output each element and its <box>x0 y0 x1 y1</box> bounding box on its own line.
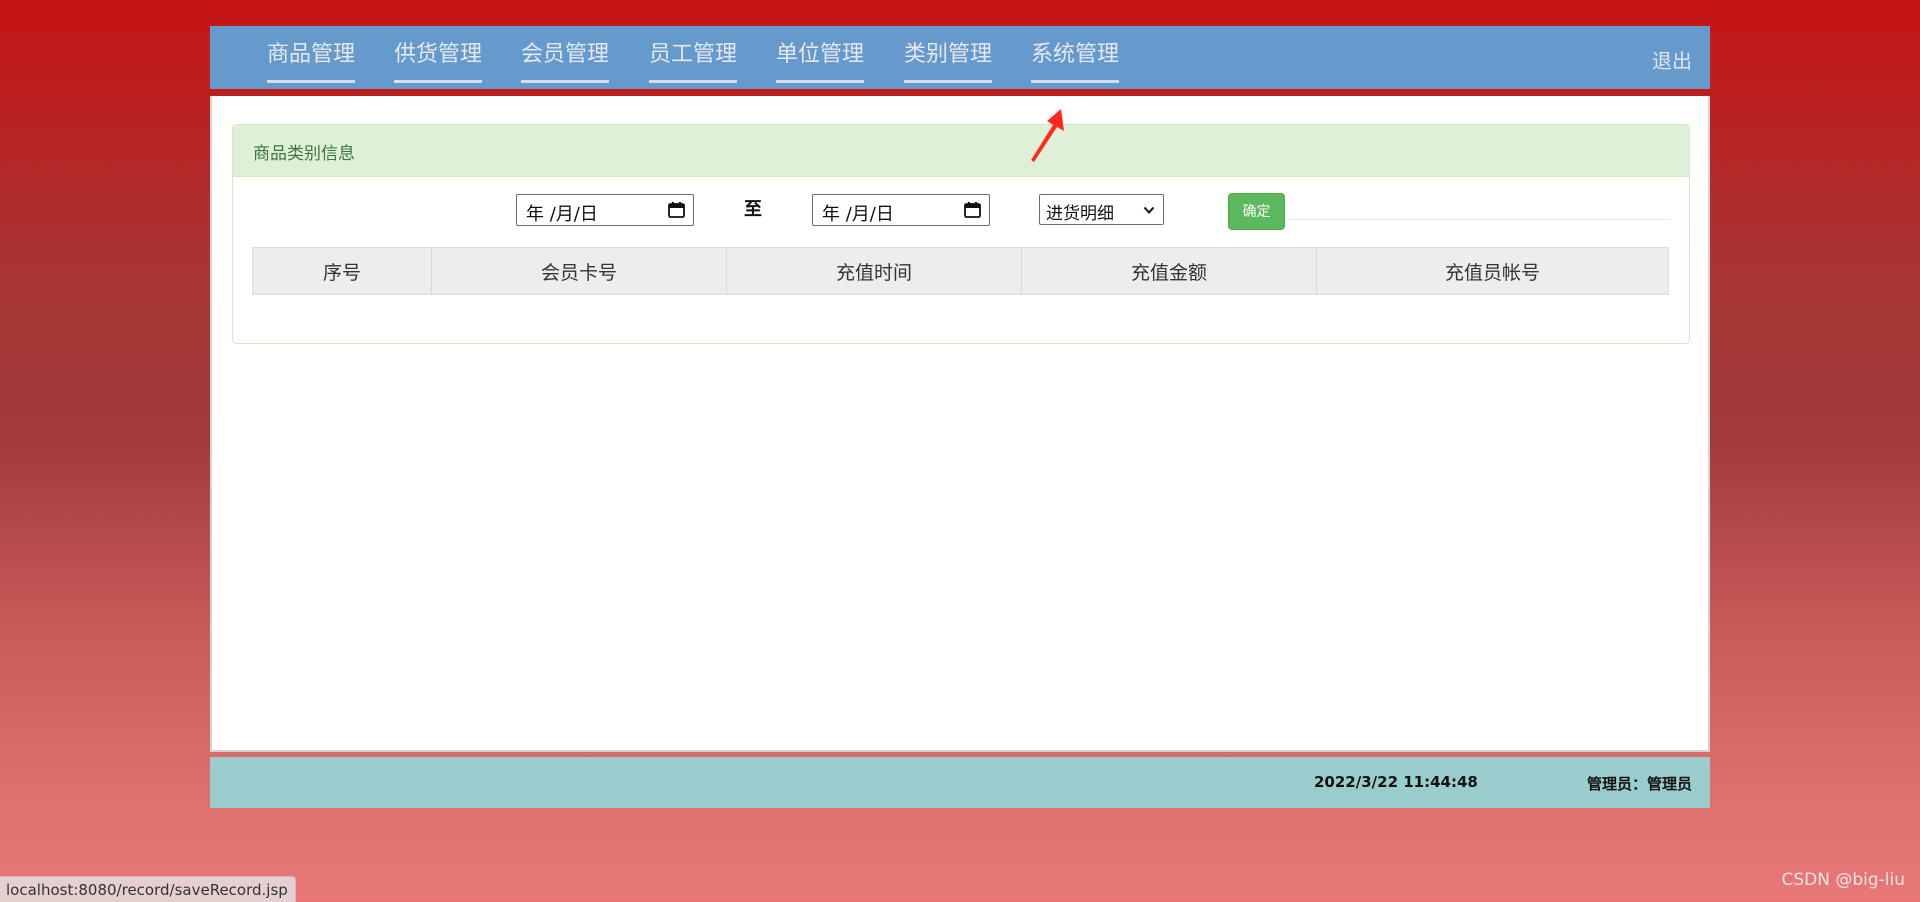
watermark: CSDN @big-liu <box>1781 870 1905 890</box>
column-header-operator-account: 充值员帐号 <box>1444 261 1540 284</box>
footer-datetime: 2022/3/22 11:44:48 <box>1314 773 1478 791</box>
browser-status-bar: localhost:8080/record/saveRecord.jsp <box>0 876 296 902</box>
column-header-index: 序号 <box>253 248 432 294</box>
panel-heading: 商品类别信息 <box>233 125 1689 177</box>
chevron-down-icon <box>1143 206 1155 214</box>
end-date-placeholder: 年 /月/日 <box>822 204 894 225</box>
red-arrow-icon <box>1031 109 1064 162</box>
confirm-button[interactable]: 确定 <box>1228 193 1285 230</box>
footer-bar: 2022/3/22 11:44:48 管理员：管理员 <box>210 757 1710 808</box>
records-table-header: 序号 会员卡号 充值时间 充值金额 充值员帐号 <box>252 247 1669 295</box>
nav-item-units[interactable]: 单位管理 <box>776 41 865 83</box>
record-type-select[interactable]: 进货明细 <box>1039 194 1164 225</box>
divider <box>1285 219 1670 220</box>
nav-item-members[interactable]: 会员管理 <box>521 41 610 83</box>
end-date-input[interactable]: 年 /月/日 <box>812 194 990 226</box>
nav-item-staff[interactable]: 员工管理 <box>649 41 738 83</box>
date-range-separator: 至 <box>744 199 762 220</box>
column-header-card-number: 会员卡号 <box>432 248 727 294</box>
nav-item-goods[interactable]: 商品管理 <box>267 41 356 83</box>
category-info-panel: 商品类别信息 年 /月/日 至 年 /月/日 进货明细 确定 序号 会员卡号 充… <box>232 124 1690 344</box>
column-header-recharge-time: 充值时间 <box>727 248 1022 294</box>
nav-item-system[interactable]: 系统管理 <box>1031 41 1120 83</box>
app-frame: 商品管理 供货管理 会员管理 员工管理 单位管理 类别管理 系统管理 退出 商品… <box>210 26 1710 808</box>
logout-link[interactable]: 退出 <box>1652 45 1692 74</box>
start-date-input[interactable]: 年 /月/日 <box>516 194 694 226</box>
calendar-icon[interactable] <box>668 202 685 218</box>
nav-item-categories[interactable]: 类别管理 <box>904 41 993 83</box>
panel-title: 商品类别信息 <box>253 144 355 164</box>
footer-user: 管理员：管理员 <box>1586 775 1692 793</box>
nav-item-supply[interactable]: 供货管理 <box>394 41 483 83</box>
calendar-icon[interactable] <box>964 202 981 218</box>
start-date-placeholder: 年 /月/日 <box>526 204 598 225</box>
main-content: 商品类别信息 年 /月/日 至 年 /月/日 进货明细 确定 序号 会员卡号 充… <box>210 96 1710 752</box>
record-type-value: 进货明细 <box>1046 204 1114 224</box>
top-nav: 商品管理 供货管理 会员管理 员工管理 单位管理 类别管理 系统管理 退出 <box>210 26 1710 89</box>
column-header-recharge-amount: 充值金额 <box>1022 248 1317 294</box>
